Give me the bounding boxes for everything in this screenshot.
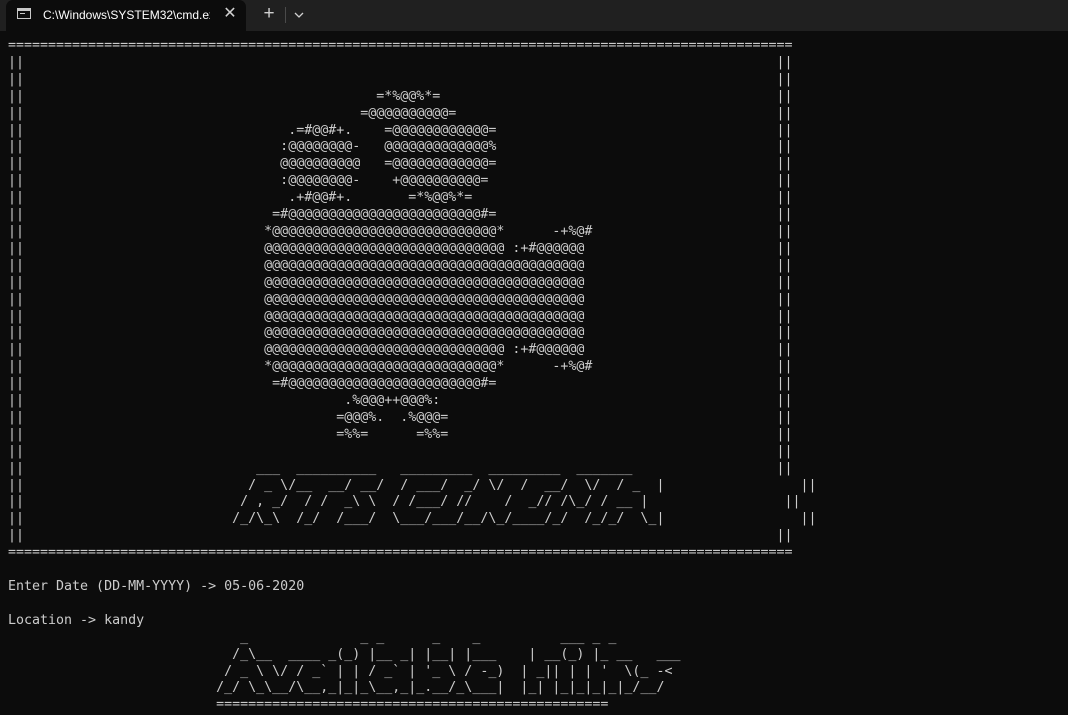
location-prompt: Location -> kandy (8, 612, 145, 628)
ascii-banner: ========================================… (8, 38, 817, 561)
tab-cmd[interactable]: C:\Windows\SYSTEM32\cmd.exe ✕ (6, 0, 246, 31)
ascii-footer: _ _ _ _ _ ___ _ _ /_\__ ____ _(_) |__ _|… (216, 629, 681, 713)
terminal-icon (17, 8, 31, 19)
close-icon[interactable]: ✕ (220, 3, 240, 25)
new-tab-button[interactable]: + (256, 3, 282, 27)
tab-title: C:\Windows\SYSTEM32\cmd.exe (43, 8, 210, 22)
title-bar: C:\Windows\SYSTEM32\cmd.exe ✕ + (0, 0, 1068, 31)
date-prompt: Enter Date (DD-MM-YYYY) -> 05-06-2020 (8, 579, 305, 594)
tab-divider (285, 7, 286, 23)
chevron-down-icon[interactable] (289, 6, 309, 24)
terminal-output[interactable]: ========================================… (8, 38, 817, 714)
